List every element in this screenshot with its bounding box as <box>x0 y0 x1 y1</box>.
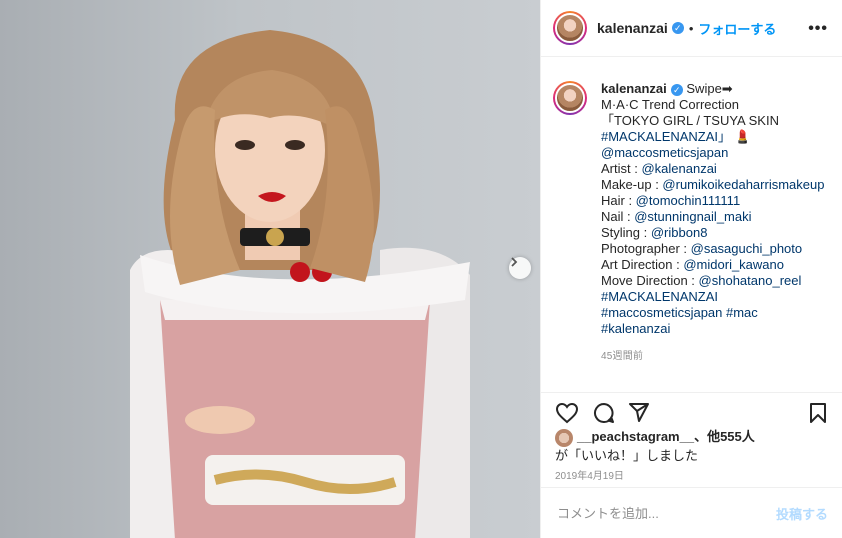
more-options-button[interactable]: ••• <box>808 20 828 38</box>
credit-label: Hair : <box>601 193 636 208</box>
credit-label: Art Direction : <box>601 257 684 272</box>
post-header: kalenanzai ✓ • フォローする ••• <box>541 0 842 57</box>
post-comment-button[interactable]: 投稿する <box>776 504 828 523</box>
verified-badge-icon: ✓ <box>671 22 684 34</box>
credit-label: Artist : <box>601 161 642 176</box>
credit-label: Styling : <box>601 225 651 240</box>
follow-button[interactable]: フォローする <box>698 19 776 38</box>
hashtag-link[interactable]: #kalenanzai <box>601 321 824 337</box>
caption-line: 「TOKYO GIRL / TSUYA SKIN <box>601 113 779 128</box>
separator-dot: • <box>688 20 694 36</box>
header-username[interactable]: kalenanzai <box>597 20 668 36</box>
comment-input[interactable] <box>555 504 776 522</box>
hashtag-link[interactable]: #MACKALENANZAI <box>601 289 824 305</box>
hashtag-link[interactable]: #MACKALENANZAI」 💄 <box>601 129 824 145</box>
credit-label: Photographer : <box>601 241 691 256</box>
heart-icon[interactable] <box>555 402 579 424</box>
mention-link[interactable]: @kalenanzai <box>641 161 716 176</box>
mention-link[interactable]: @tomochin111111 <box>636 193 741 208</box>
hashtag-link[interactable]: #maccosmeticsjapan #mac <box>601 305 824 321</box>
mention-link[interactable]: @ribbon8 <box>651 225 708 240</box>
caption-text: kalenanzai ✓ Swipe➡ M·A·C Trend Correctio… <box>601 81 824 365</box>
chevron-right-icon <box>511 257 518 267</box>
verified-badge-icon: ✓ <box>670 83 683 96</box>
caption-avatar[interactable] <box>553 81 587 115</box>
mention-link[interactable]: @stunningnail_maki <box>634 209 751 224</box>
comment-icon[interactable] <box>593 402 615 424</box>
caption-username[interactable]: kalenanzai <box>601 81 667 96</box>
likes-count[interactable]: 、他555人 <box>694 429 755 444</box>
mention-link[interactable]: @maccosmeticsjapan <box>601 145 824 161</box>
comment-bar: 投稿する <box>541 487 842 538</box>
next-image-button[interactable] <box>509 257 531 279</box>
mention-link[interactable]: @sasaguchi_photo <box>691 241 803 256</box>
post-date[interactable]: 2019年4月19日 <box>555 467 624 482</box>
likes-suffix: が「いいね！」しました <box>555 447 699 463</box>
action-bar <box>541 392 842 432</box>
mention-link[interactable]: @shohatano_reel <box>699 273 802 288</box>
likes-summary: __peachstagram__、他555人 が「いいね！」しました <box>555 428 755 465</box>
post-photo[interactable] <box>0 0 540 538</box>
post-sidebar: kalenanzai ✓ • フォローする ••• kalenanzai ✓ Sw… <box>540 0 842 538</box>
instagram-post-modal: kalenanzai ✓ • フォローする ••• kalenanzai ✓ Sw… <box>0 0 842 538</box>
caption-area: kalenanzai ✓ Swipe➡ M·A·C Trend Correctio… <box>541 57 842 393</box>
credit-label: Make-up : <box>601 177 663 192</box>
caption-line: Swipe➡ <box>686 81 733 96</box>
credit-label: Nail : <box>601 209 635 224</box>
avatar[interactable] <box>553 11 587 45</box>
credit-label: Move Direction : <box>601 273 699 288</box>
liker-username[interactable]: __peachstagram__ <box>577 429 694 444</box>
mention-link[interactable]: @rumikoikedaharrismakeup <box>662 177 824 192</box>
caption-timestamp[interactable]: 45週間前 <box>601 349 824 365</box>
share-icon[interactable] <box>628 402 650 422</box>
caption-line: M·A·C Trend Correction <box>601 97 739 112</box>
liker-avatar[interactable] <box>555 428 573 447</box>
portrait-illustration <box>130 30 470 538</box>
bookmark-icon[interactable] <box>809 402 827 424</box>
mention-link[interactable]: @midori_kawano <box>683 257 784 272</box>
